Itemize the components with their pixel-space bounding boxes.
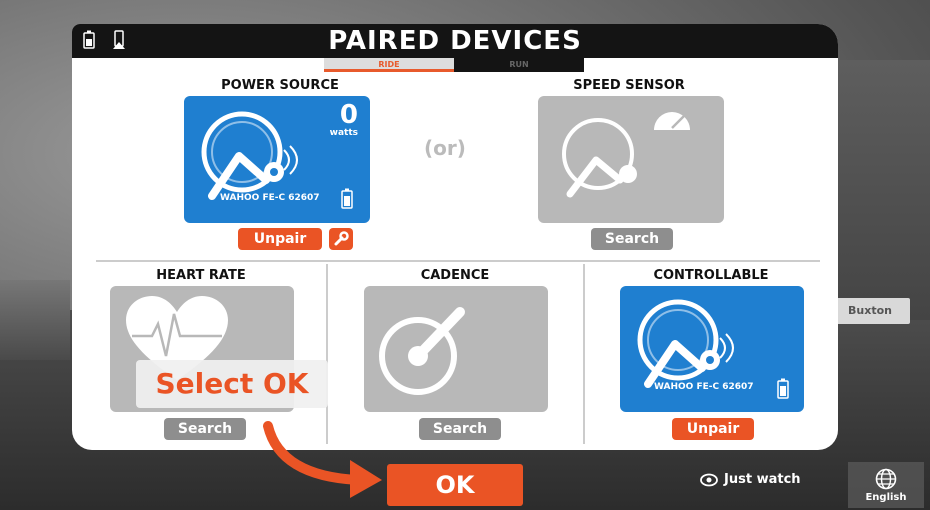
cadence-card[interactable] — [364, 286, 548, 412]
section-divider — [96, 260, 820, 262]
tab-run[interactable]: RUN — [454, 58, 584, 72]
background-barrier — [0, 280, 70, 360]
panel-header: PAIRED DEVICES — [72, 24, 838, 58]
device-battery-icon — [341, 188, 353, 209]
select-ok-annotation: Select OK — [136, 360, 328, 408]
device-battery-icon — [777, 378, 789, 399]
ok-button[interactable]: OK — [387, 464, 523, 506]
curved-arrow-icon — [263, 421, 382, 498]
controllable-device-name: WAHOO FE-C 62607 — [654, 382, 754, 392]
power-unit: watts — [329, 128, 358, 138]
panel-title: PAIRED DEVICES — [328, 26, 582, 56]
power-device-name: WAHOO FE-C 62607 — [220, 193, 320, 203]
just-watch-button[interactable]: Just watch — [700, 466, 830, 494]
cadence-title: CADENCE — [420, 268, 490, 283]
globe-icon — [875, 468, 897, 490]
power-source-card[interactable]: 0 watts WAHOO FE-C 62607 — [184, 96, 370, 223]
column-divider-right — [583, 264, 585, 444]
or-label: (or) — [424, 136, 466, 160]
speed-search-button[interactable]: Search — [591, 228, 673, 250]
wrench-icon — [334, 231, 349, 246]
power-unpair-button[interactable]: Unpair — [238, 228, 322, 250]
background-banner: Buxton — [830, 298, 910, 324]
power-source-title: POWER SOURCE — [221, 78, 339, 93]
eye-icon — [700, 473, 718, 487]
controllable-card[interactable]: WAHOO FE-C 62607 — [620, 286, 804, 412]
sport-tabs: RIDE RUN — [324, 58, 584, 72]
tab-ride[interactable]: RIDE — [324, 58, 454, 72]
controllable-unpair-button[interactable]: Unpair — [672, 418, 754, 440]
speed-sensor-icon — [562, 112, 690, 198]
speed-sensor-card[interactable] — [538, 96, 724, 223]
speed-sensor-title: SPEED SENSOR — [573, 78, 685, 93]
column-divider-left — [326, 264, 328, 444]
power-value: 0 — [339, 100, 358, 130]
heart-rate-search-button[interactable]: Search — [164, 418, 246, 440]
language-button[interactable]: English — [848, 462, 924, 508]
heart-rate-title: HEART RATE — [156, 268, 246, 283]
cadence-search-button[interactable]: Search — [419, 418, 501, 440]
controllable-title: CONTROLLABLE — [653, 268, 769, 283]
just-watch-label: Just watch — [724, 472, 801, 487]
wrench-button[interactable] — [329, 228, 353, 250]
cadence-crank-icon — [379, 307, 465, 395]
language-label: English — [865, 492, 907, 503]
